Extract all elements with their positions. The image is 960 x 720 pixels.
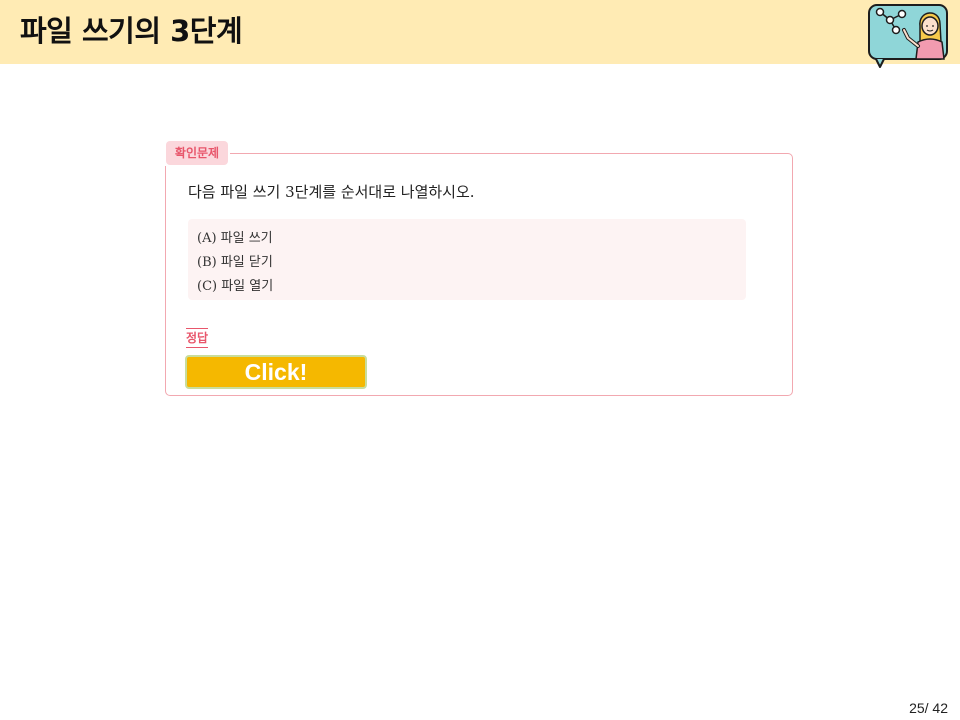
quiz-options: (A) 파일 쓰기 (B) 파일 닫기 (C) 파일 열기 bbox=[188, 219, 746, 300]
header-bar: 파일 쓰기의 3단계 bbox=[0, 0, 960, 68]
quiz-badge-label: 확인문제 bbox=[166, 141, 228, 165]
answer-label: 정답 bbox=[186, 328, 209, 348]
page-number: 25/ 42 bbox=[909, 700, 948, 716]
option-c: (C) 파일 열기 bbox=[197, 279, 274, 294]
page-title: 파일 쓰기의 3단계 bbox=[20, 14, 243, 48]
quiz-question: 다음 파일 쓰기 3단계를 순서대로 나열하시오. bbox=[188, 181, 479, 202]
reveal-answer-button[interactable]: Click! bbox=[185, 355, 367, 389]
teacher-illustration-icon bbox=[868, 4, 948, 68]
quiz-badge: 확인문제 bbox=[164, 138, 230, 166]
option-a: (A) 파일 쓰기 bbox=[197, 231, 273, 246]
option-b: (B) 파일 닫기 bbox=[197, 255, 273, 270]
